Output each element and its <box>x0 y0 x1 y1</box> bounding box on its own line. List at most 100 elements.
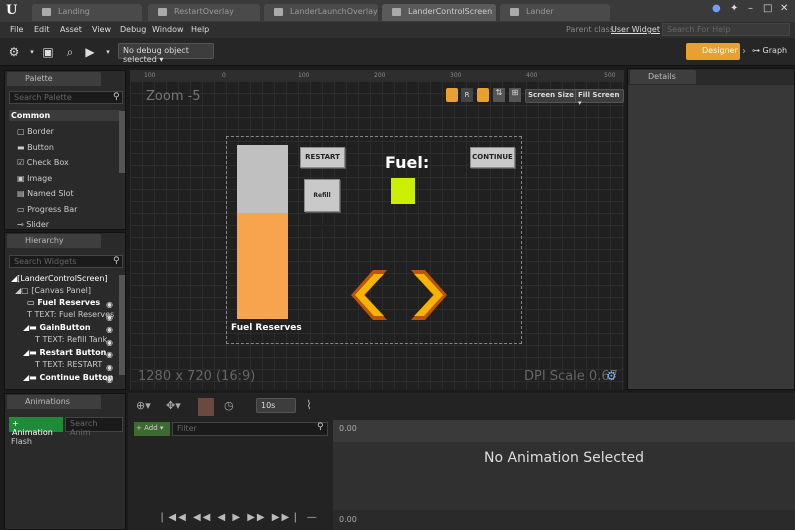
palette-item-button[interactable]: ▬ Button <box>17 143 54 152</box>
animation-item-flash[interactable]: Flash <box>11 437 32 446</box>
refill-tank-button[interactable]: Refill Tank <box>304 179 340 230</box>
animations-tab[interactable]: Animations <box>7 395 101 409</box>
search-icon: ⚲ <box>113 256 120 266</box>
end-time: 0.00 <box>339 515 357 524</box>
playback-controls[interactable]: ❘◀◀ ◀◀ ◀ ▶ ▶▶ ▶▶❘ — <box>158 512 319 523</box>
menu-file[interactable]: File <box>10 25 23 34</box>
outline-toggle-icon[interactable] <box>477 88 489 102</box>
dpi-settings-gear-icon[interactable]: ⚙ <box>606 369 617 383</box>
hierarchy-scrollbar[interactable] <box>119 275 125 375</box>
key-icon[interactable] <box>198 398 214 416</box>
animation-search-input[interactable]: Search Anim <box>65 417 123 437</box>
hierarchy-panel: Hierarchy Search Widgets ⚲ ◢[LanderContr… <box>4 232 126 390</box>
tab-lander[interactable]: Lander <box>500 4 610 21</box>
chevron-left-icon[interactable] <box>351 270 387 320</box>
compile-icon[interactable]: ⚙ <box>6 44 22 60</box>
parent-class-link[interactable]: User Widget <box>611 25 660 34</box>
palette-item-progress-bar[interactable]: ▭ Progress Bar <box>17 205 77 214</box>
play-icon[interactable]: ▶ <box>82 44 98 60</box>
curve-editor-icon[interactable]: ⌇ <box>306 398 312 412</box>
add-track-icon[interactable]: ⊕▾ <box>136 399 151 412</box>
named-slot-icon: ▤ <box>17 189 28 198</box>
pin-icon[interactable]: ✦ <box>730 3 738 14</box>
hierarchy-search-input[interactable]: Search Widgets <box>9 255 123 268</box>
play-options-icon[interactable]: ▾ <box>100 44 116 60</box>
fps-dropdown[interactable]: 10s <box>256 398 296 413</box>
ruler-label: 300 <box>450 72 462 79</box>
fill-screen-dropdown[interactable]: Fill Screen ▾ <box>575 89 624 107</box>
save-icon[interactable]: ▣ <box>40 44 56 60</box>
compile-options-icon[interactable]: ▾ <box>24 44 40 60</box>
palette-item-named-slot[interactable]: ▤ Named Slot <box>17 189 74 198</box>
debug-object-dropdown[interactable]: No debug object selected ▾ <box>118 43 214 64</box>
fuel-reserves-bar[interactable] <box>237 145 288 319</box>
details-tab[interactable]: Details <box>630 70 696 84</box>
palette-item-label: Check Box <box>26 158 69 167</box>
menu-help[interactable]: Help <box>191 25 209 34</box>
tab-lander-control-screen[interactable]: LanderControlScreen <box>382 4 496 21</box>
hierarchy-item-restart-button[interactable]: ◢▬ Restart Button <box>23 348 106 357</box>
menu-edit[interactable]: Edit <box>34 25 50 34</box>
menu-window[interactable]: Window <box>152 25 184 34</box>
palette-scrollbar[interactable] <box>119 111 125 173</box>
continue-button[interactable]: CONTINUE <box>470 147 515 168</box>
palette-category-common[interactable]: Common <box>9 110 121 121</box>
palette-item-border[interactable]: ▢ Border <box>17 127 54 136</box>
maximize-icon[interactable]: □ <box>763 3 772 14</box>
widget-preview-area[interactable]: Fuel Reserves RESTART Refill Tank Fuel: … <box>226 136 522 344</box>
tab-restart-overlay[interactable]: RestartOverlay <box>148 4 260 21</box>
minimize-icon[interactable]: – <box>748 3 753 14</box>
add-animation-button[interactable]: + Animation <box>9 417 63 437</box>
hierarchy-tab[interactable]: Hierarchy <box>7 234 101 248</box>
render-mode-icon[interactable]: R <box>461 88 473 102</box>
designer-canvas[interactable]: Zoom -5 R ⇅ ⊞ Screen Size ▾ Fill Screen … <box>130 81 624 390</box>
menu-debug[interactable]: Debug <box>120 25 146 34</box>
hierarchy-item-label: Fuel Reserves <box>37 298 101 307</box>
palette-item-slider[interactable]: ⊸ Slider <box>17 220 49 229</box>
restart-button[interactable]: RESTART <box>300 147 345 168</box>
hierarchy-item-fuel-reserves[interactable]: ▭ Fuel Reserves <box>27 298 100 307</box>
palette-item-check-box[interactable]: ☑ Check Box <box>17 158 69 167</box>
chevron-right-icon[interactable] <box>411 270 447 320</box>
snap-icon[interactable]: ⊞ <box>509 88 521 102</box>
sort-icon[interactable]: ⇅ <box>493 88 505 102</box>
hierarchy-item-text-fuel-reserves[interactable]: T TEXT: Fuel Reserves <box>27 310 114 319</box>
hierarchy-item-text-restart[interactable]: T TEXT: RESTART <box>35 360 102 369</box>
hierarchy-item-text-refill-tank[interactable]: T TEXT: Refill Tank <box>35 335 107 344</box>
help-search-input[interactable]: Search For Help <box>662 23 790 36</box>
transform-icon[interactable]: ✥▾ <box>166 399 181 412</box>
hierarchy-item-label: GainButton <box>39 323 91 332</box>
tab-landing[interactable]: Landing <box>32 4 142 21</box>
add-track-dropdown[interactable]: + Add ▾ <box>134 422 170 436</box>
menu-view[interactable]: View <box>92 25 111 34</box>
palette-item-image[interactable]: ▣ Image <box>17 174 52 183</box>
notification-icon[interactable]: ● <box>712 3 721 14</box>
browse-icon[interactable]: ⌕ <box>62 44 78 60</box>
timeline-filter-input[interactable]: Filter <box>172 422 328 436</box>
hierarchy-item-label: Continue Button <box>39 373 114 382</box>
hierarchy-item-gain-button[interactable]: ◢▬ GainButton <box>23 323 91 332</box>
search-icon: ⚲ <box>317 422 324 432</box>
menu-asset[interactable]: Asset <box>60 25 82 34</box>
ruler-label: 400 <box>526 72 538 79</box>
parent-class-label: Parent class: <box>566 25 617 34</box>
layout-mode-icon[interactable] <box>446 88 458 102</box>
hierarchy-item-root[interactable]: ◢[LanderControlScreen] <box>11 274 108 283</box>
close-icon[interactable]: ✕ <box>780 3 788 14</box>
hierarchy-item-canvas-panel[interactable]: ◢▢ [Canvas Panel] <box>15 286 91 295</box>
graph-label: Graph <box>762 46 788 55</box>
palette-item-label: Progress Bar <box>27 205 78 214</box>
tab-label: Landing <box>58 7 90 16</box>
ruler-label: 0 <box>222 72 226 79</box>
palette-search-input[interactable]: Search Palette <box>9 91 123 104</box>
visibility-eye-icons[interactable]: ◉ ◉ ◉ ◉ ◉ ◉ ◉ <box>106 299 113 387</box>
details-body <box>628 85 794 389</box>
hierarchy-item-continue-button[interactable]: ◢▬ Continue Button <box>23 373 113 382</box>
palette-tab[interactable]: Palette <box>7 72 101 86</box>
button-icon: ▬ <box>17 143 28 152</box>
canvas-panel-icon: ◢▢ <box>15 286 32 295</box>
designer-mode-button[interactable]: Designer <box>686 43 740 60</box>
tab-lander-launch-overlay[interactable]: LanderLaunchOverlay <box>264 4 378 21</box>
graph-mode-button[interactable]: ⊶ Graph <box>752 46 787 55</box>
snap-clock-icon[interactable]: ◷ <box>224 399 234 412</box>
